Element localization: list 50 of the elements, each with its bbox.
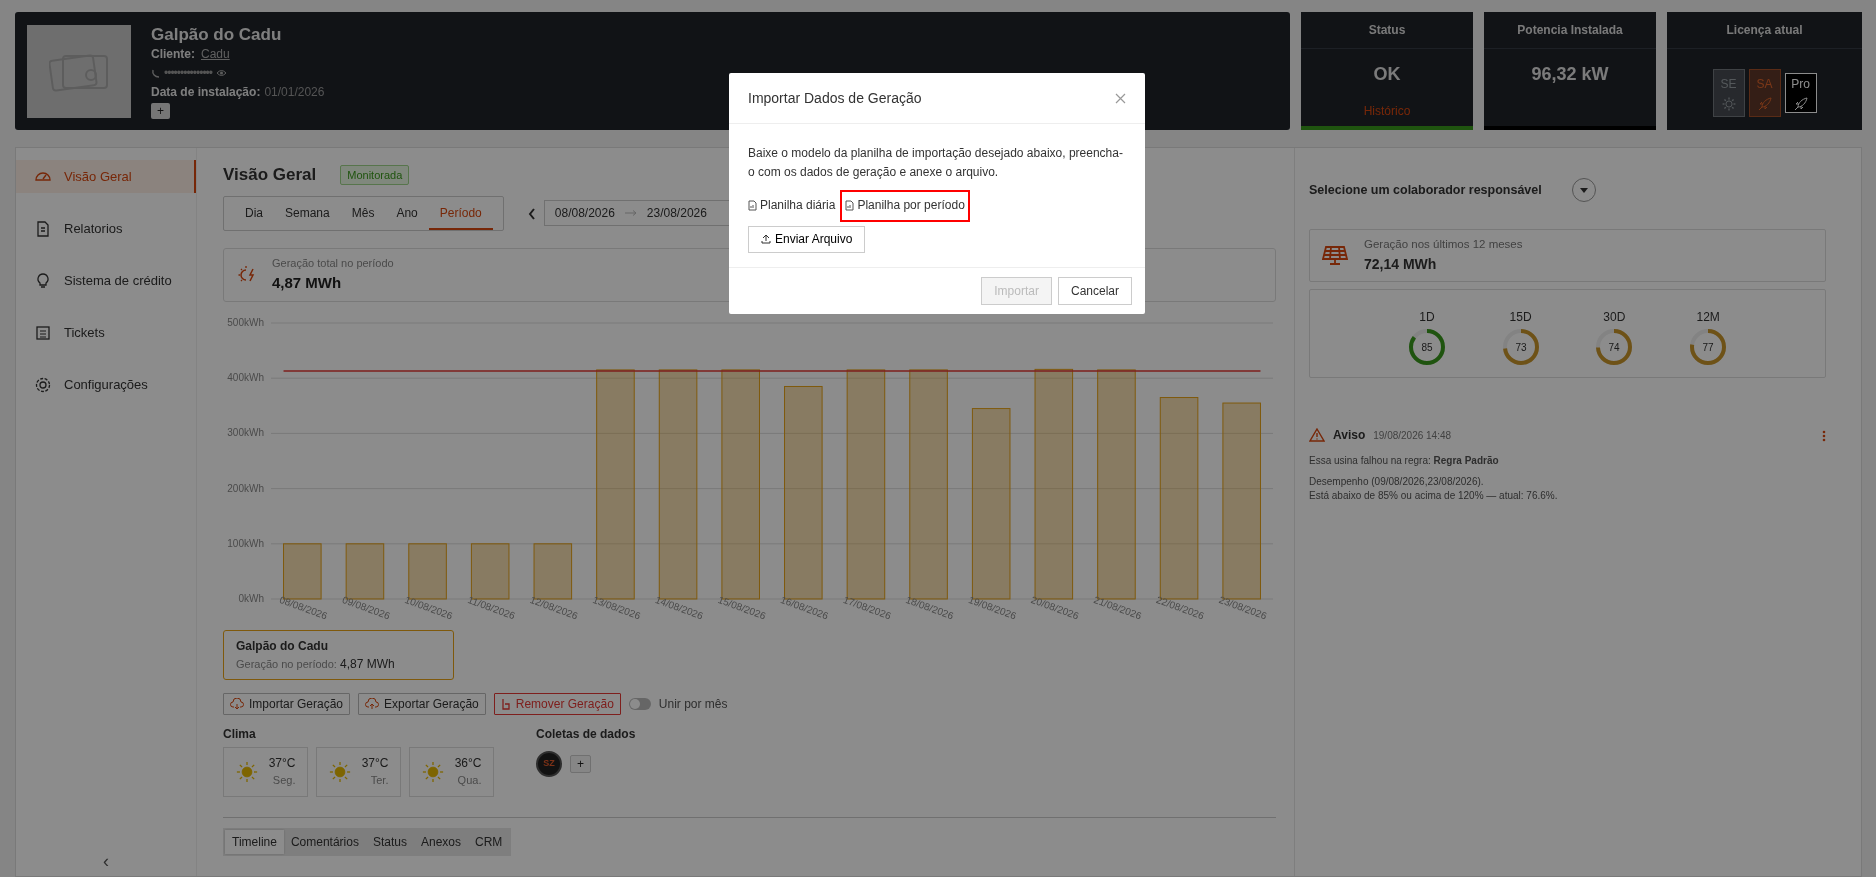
weekday: Ter.: [369, 773, 389, 789]
total-label: Geração total no período: [272, 256, 394, 271]
gauge-value: 77: [1702, 341, 1714, 353]
card-title: Status: [1301, 12, 1473, 49]
alert-title: Aviso: [1333, 427, 1366, 444]
card-title: Potencia Instalada: [1484, 12, 1656, 49]
install-date-label: Data de instalação:: [151, 83, 261, 101]
alert-text: Desempenho (09/08/2026,23/08/2026).: [1309, 475, 1485, 489]
gauge-value: 74: [1608, 341, 1620, 353]
gauge-value: 85: [1421, 341, 1433, 353]
card-title: Licença atual: [1667, 12, 1862, 49]
page-title: Visão Geral: [223, 164, 317, 186]
install-date: 01/01/2026: [264, 83, 325, 101]
axis-label: 100kWh: [227, 537, 264, 549]
gauge-label: 30D: [1603, 309, 1626, 326]
total-value: 4,87 MWh: [272, 272, 343, 293]
gauge-label: 1D: [1419, 309, 1435, 326]
status-value: OK: [1372, 63, 1402, 86]
axis-label: 500kWh: [227, 316, 264, 328]
gauge-value: 73: [1515, 341, 1527, 353]
section-title: Clima: [223, 725, 257, 743]
gauge-label: 12M: [1696, 309, 1720, 326]
gauge-label: 15D: [1509, 309, 1532, 326]
generation-value: 72,14 MWh: [1364, 254, 1438, 274]
masked-phone: •••••••••••••••: [164, 65, 213, 82]
legend-title: Galpão do Cadu: [236, 637, 329, 655]
power-value: 96,32 kW: [1530, 63, 1610, 86]
axis-label: 200kWh: [227, 482, 264, 494]
weekday: Qua.: [456, 773, 482, 789]
temperature: 36°C: [454, 755, 482, 773]
alert-date: 19/08/2026 14:48: [1373, 428, 1452, 443]
temperature: 37°C: [268, 755, 296, 773]
dialog-description: Baixe o modelo da planilha de importação desejado abaixo, preencha-o com os dados de geração e anexe o arquivo.: [748, 145, 1124, 182]
axis-label: 400kWh: [227, 371, 264, 383]
avatar: SZ: [536, 750, 562, 777]
client-label: Cliente:: [151, 46, 195, 64]
weekday: Seg.: [271, 773, 296, 789]
site-title: Galpão do Cadu: [151, 25, 283, 46]
temperature: 37°C: [361, 755, 389, 773]
dialog-title: Importar Dados de Geração: [748, 88, 922, 108]
axis-label: 300kWh: [227, 426, 264, 438]
alert-rule: Essa usina falhou na regra: Regra Padrão: [1309, 454, 1500, 468]
axis-label: 0kWh: [238, 592, 264, 604]
collaborator-label: Selecione um colaborador responsável: [1309, 181, 1542, 199]
section-title: Coletas de dados: [536, 725, 636, 743]
generation-label: Geração nos últimos 12 meses: [1364, 237, 1523, 253]
status-badge: Monitorada: [340, 164, 410, 185]
alert-text: Está abaixo de 85% ou acima de 120% — atual: 76.6%.: [1309, 489, 1559, 503]
legend-text: Geração no período: 4,87 MWh: [236, 655, 396, 673]
toggle-label: Unir por mês: [658, 695, 728, 713]
